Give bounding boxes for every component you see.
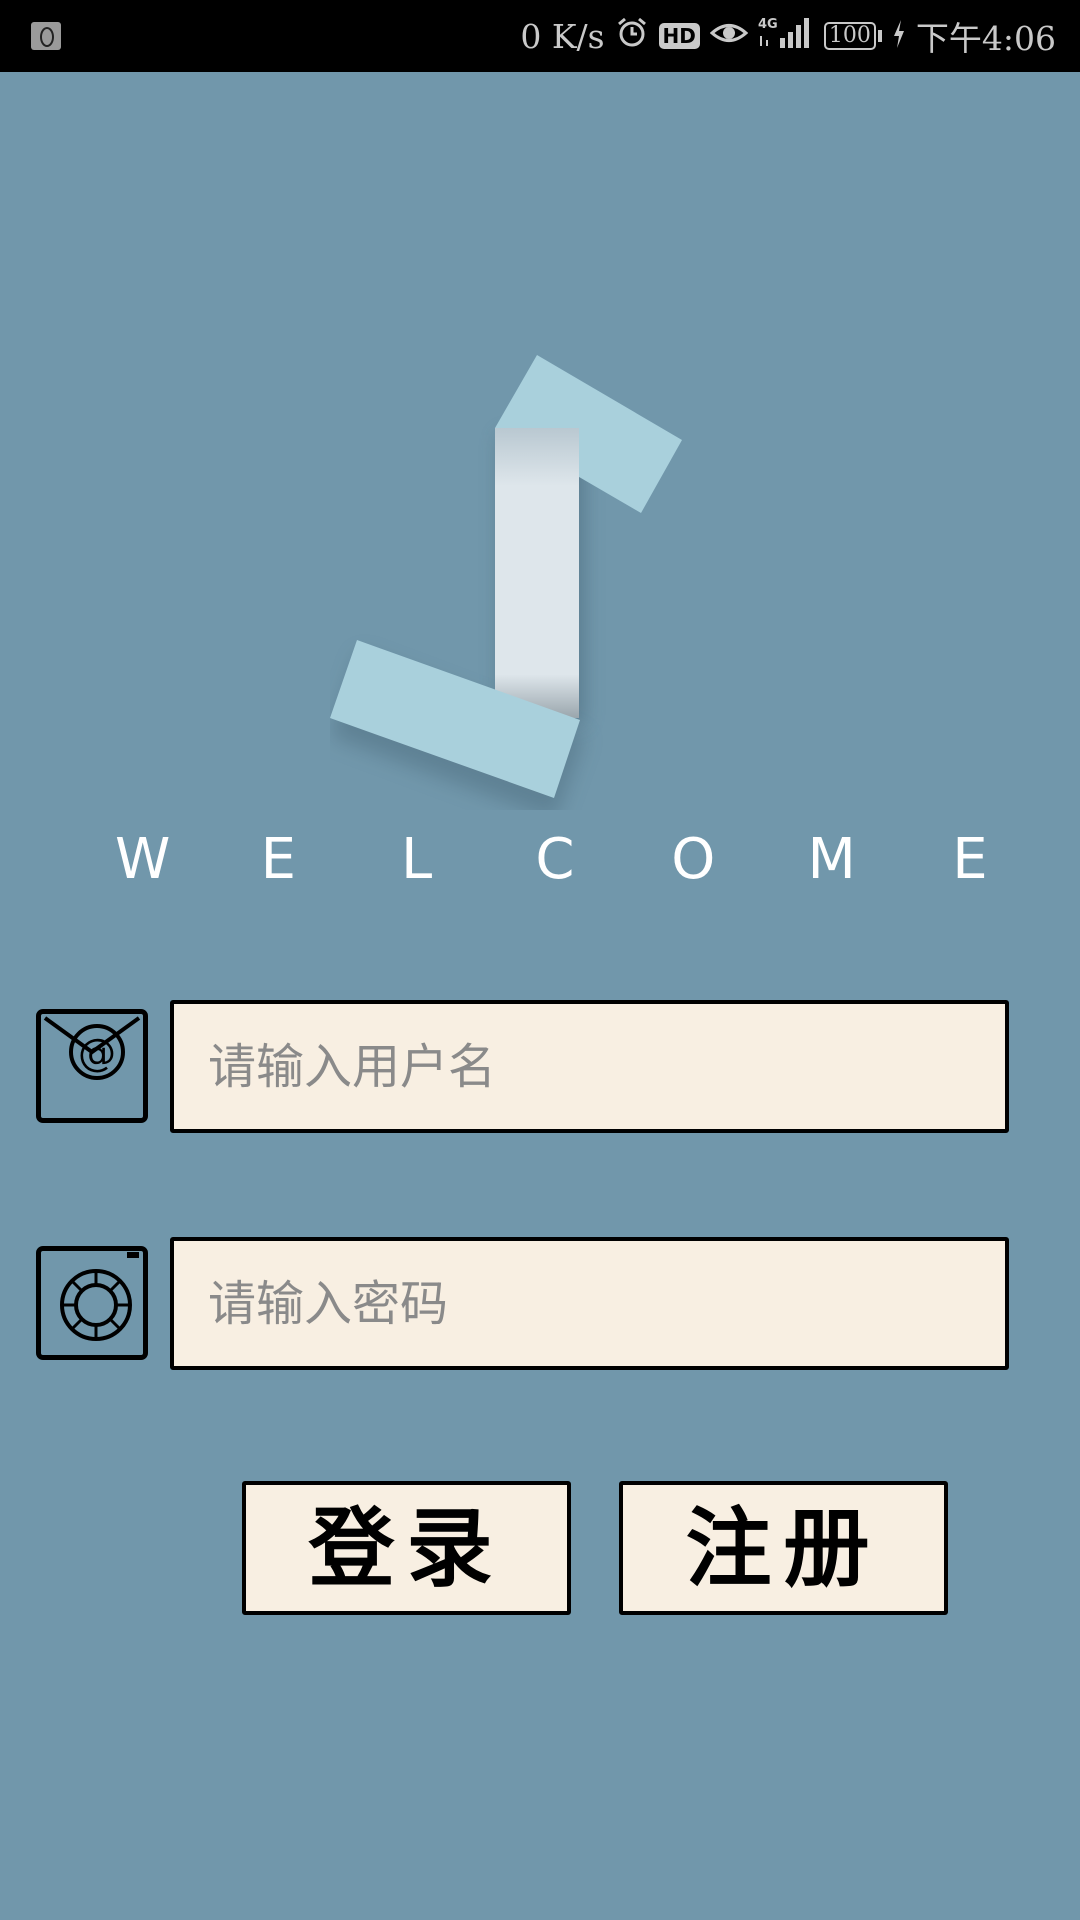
signal-icon: 4G bbox=[758, 14, 814, 58]
status-bar-right: 0 K/s HD 4G 100 下午4:06 bbox=[520, 0, 1056, 72]
welcome-letter: E bbox=[952, 827, 988, 892]
app-logo bbox=[330, 340, 710, 820]
lifebuoy-icon bbox=[36, 1246, 148, 1360]
welcome-letter: E bbox=[260, 827, 297, 892]
battery-level: 100 bbox=[823, 22, 876, 50]
welcome-letter: M bbox=[807, 827, 856, 892]
status-bar: 0 K/s HD 4G 100 下午4:06 bbox=[0, 0, 1080, 72]
welcome-letter: O bbox=[671, 827, 716, 892]
welcome-letter: L bbox=[401, 827, 433, 892]
hd-icon: HD bbox=[658, 23, 700, 49]
username-input[interactable] bbox=[170, 1000, 1009, 1133]
alarm-icon bbox=[615, 15, 649, 57]
email-at-icon: @ bbox=[36, 1009, 148, 1123]
login-button[interactable]: 登录 bbox=[242, 1481, 571, 1615]
password-input[interactable] bbox=[170, 1237, 1009, 1370]
eye-icon bbox=[709, 17, 749, 56]
network-speed: 0 K/s bbox=[520, 16, 605, 56]
battery-icon: 100 bbox=[823, 22, 882, 50]
status-time: 下午4:06 bbox=[915, 19, 1056, 58]
login-screen: 0 K/s HD 4G 100 下午4:06 W E L C O M E @ 请… bbox=[0, 0, 1080, 1920]
svg-text:@: @ bbox=[78, 1031, 116, 1075]
register-button[interactable]: 注册 bbox=[619, 1481, 948, 1615]
welcome-text: W E L C O M E bbox=[115, 820, 995, 900]
welcome-letter: W bbox=[115, 827, 171, 892]
network-type-label: 4G bbox=[758, 17, 778, 32]
app-notification-icon bbox=[31, 22, 61, 50]
logo-stem bbox=[495, 428, 579, 718]
charging-icon bbox=[892, 17, 906, 56]
welcome-letter: C bbox=[535, 827, 575, 892]
